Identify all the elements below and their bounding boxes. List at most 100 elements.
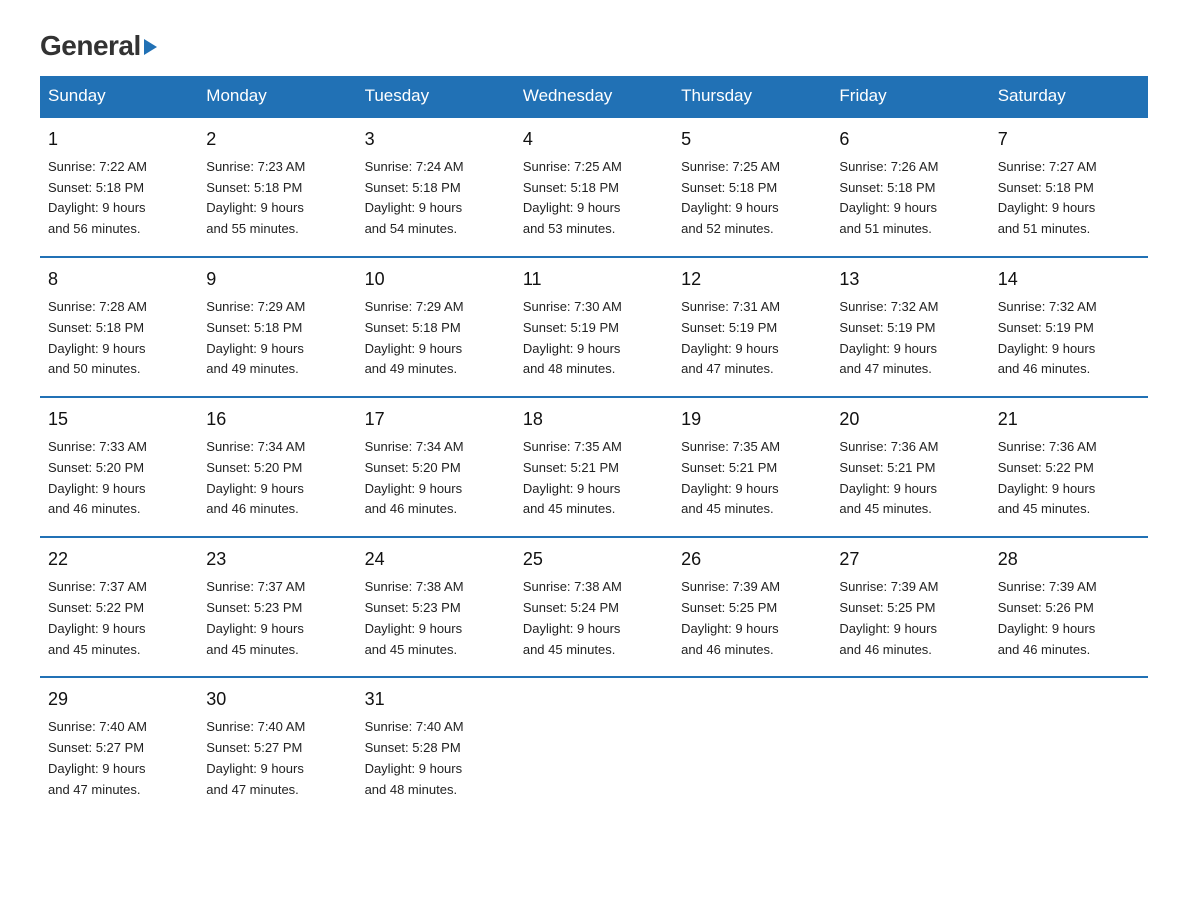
weekday-header-monday: Monday xyxy=(198,76,356,117)
day-number: 30 xyxy=(206,686,348,714)
calendar-cell: 5Sunrise: 7:25 AMSunset: 5:18 PMDaylight… xyxy=(673,117,831,257)
calendar-cell: 23 Sunrise: 7:37 AMSunset: 5:23 PMDayligh… xyxy=(198,537,356,677)
weekday-header-tuesday: Tuesday xyxy=(357,76,515,117)
calendar-cell: 18 Sunrise: 7:35 AMSunset: 5:21 PMDayligh… xyxy=(515,397,673,537)
logo-triangle-icon xyxy=(144,39,157,55)
day-info: Sunrise: 7:24 AMSunset: 5:18 PMDaylight:… xyxy=(365,157,507,240)
day-info: Sunrise: 7:37 AMSunset: 5:22 PMDaylight:… xyxy=(48,577,190,660)
day-number: 12 xyxy=(681,266,823,294)
day-number: 4 xyxy=(523,126,665,154)
day-info: Sunrise: 7:23 AMSunset: 5:18 PMDaylight:… xyxy=(206,157,348,240)
day-info: Sunrise: 7:32 AMSunset: 5:19 PMDaylight:… xyxy=(839,297,981,380)
calendar-cell: 27 Sunrise: 7:39 AMSunset: 5:25 PMDayligh… xyxy=(831,537,989,677)
weekday-header-friday: Friday xyxy=(831,76,989,117)
calendar-cell: 31 Sunrise: 7:40 AMSunset: 5:28 PMDayligh… xyxy=(357,677,515,816)
day-number: 26 xyxy=(681,546,823,574)
day-number: 18 xyxy=(523,406,665,434)
calendar-cell xyxy=(990,677,1148,816)
weekday-header-sunday: Sunday xyxy=(40,76,198,117)
calendar-cell: 22 Sunrise: 7:37 AMSunset: 5:22 PMDayligh… xyxy=(40,537,198,677)
day-info: Sunrise: 7:25 AMSunset: 5:18 PMDaylight:… xyxy=(523,157,665,240)
day-number: 14 xyxy=(998,266,1140,294)
day-info: Sunrise: 7:26 AMSunset: 5:18 PMDaylight:… xyxy=(839,157,981,240)
calendar-cell: 24 Sunrise: 7:38 AMSunset: 5:23 PMDayligh… xyxy=(357,537,515,677)
calendar-cell: 15 Sunrise: 7:33 AMSunset: 5:20 PMDayligh… xyxy=(40,397,198,537)
day-info: Sunrise: 7:34 AMSunset: 5:20 PMDaylight:… xyxy=(365,437,507,520)
calendar-cell: 17 Sunrise: 7:34 AMSunset: 5:20 PMDayligh… xyxy=(357,397,515,537)
calendar-cell: 26 Sunrise: 7:39 AMSunset: 5:25 PMDayligh… xyxy=(673,537,831,677)
day-info: Sunrise: 7:40 AMSunset: 5:27 PMDaylight:… xyxy=(48,717,190,800)
day-info: Sunrise: 7:36 AMSunset: 5:21 PMDaylight:… xyxy=(839,437,981,520)
calendar-cell: 28 Sunrise: 7:39 AMSunset: 5:26 PMDayligh… xyxy=(990,537,1148,677)
day-number: 21 xyxy=(998,406,1140,434)
calendar-cell: 13 Sunrise: 7:32 AMSunset: 5:19 PMDayligh… xyxy=(831,257,989,397)
calendar-cell: 4 Sunrise: 7:25 AMSunset: 5:18 PMDaylight… xyxy=(515,117,673,257)
day-info: Sunrise: 7:39 AMSunset: 5:25 PMDaylight:… xyxy=(839,577,981,660)
day-number: 8 xyxy=(48,266,190,294)
day-number: 31 xyxy=(365,686,507,714)
calendar-cell: 14 Sunrise: 7:32 AMSunset: 5:19 PMDayligh… xyxy=(990,257,1148,397)
day-number: 5 xyxy=(681,126,823,154)
day-number: 17 xyxy=(365,406,507,434)
calendar-cell: 21 Sunrise: 7:36 AMSunset: 5:22 PMDayligh… xyxy=(990,397,1148,537)
day-number: 6 xyxy=(839,126,981,154)
calendar-week-row: 22 Sunrise: 7:37 AMSunset: 5:22 PMDayligh… xyxy=(40,537,1148,677)
calendar-cell: 1 Sunrise: 7:22 AMSunset: 5:18 PMDaylight… xyxy=(40,117,198,257)
day-number: 11 xyxy=(523,266,665,294)
day-number: 3 xyxy=(365,126,507,154)
page-header: General xyxy=(40,30,1148,56)
day-info: Sunrise: 7:30 AMSunset: 5:19 PMDaylight:… xyxy=(523,297,665,380)
day-info: Sunrise: 7:40 AMSunset: 5:28 PMDaylight:… xyxy=(365,717,507,800)
day-info: Sunrise: 7:28 AMSunset: 5:18 PMDaylight:… xyxy=(48,297,190,380)
day-info: Sunrise: 7:31 AMSunset: 5:19 PMDaylight:… xyxy=(681,297,823,380)
calendar-cell: 30 Sunrise: 7:40 AMSunset: 5:27 PMDayligh… xyxy=(198,677,356,816)
day-number: 13 xyxy=(839,266,981,294)
day-number: 23 xyxy=(206,546,348,574)
day-info: Sunrise: 7:38 AMSunset: 5:23 PMDaylight:… xyxy=(365,577,507,660)
day-info: Sunrise: 7:36 AMSunset: 5:22 PMDaylight:… xyxy=(998,437,1140,520)
day-number: 10 xyxy=(365,266,507,294)
calendar-cell: 10 Sunrise: 7:29 AMSunset: 5:18 PMDayligh… xyxy=(357,257,515,397)
day-info: Sunrise: 7:40 AMSunset: 5:27 PMDaylight:… xyxy=(206,717,348,800)
weekday-header-thursday: Thursday xyxy=(673,76,831,117)
day-info: Sunrise: 7:32 AMSunset: 5:19 PMDaylight:… xyxy=(998,297,1140,380)
calendar-table: SundayMondayTuesdayWednesdayThursdayFrid… xyxy=(40,76,1148,816)
day-number: 16 xyxy=(206,406,348,434)
day-info: Sunrise: 7:22 AMSunset: 5:18 PMDaylight:… xyxy=(48,157,190,240)
day-info: Sunrise: 7:27 AMSunset: 5:18 PMDaylight:… xyxy=(998,157,1140,240)
calendar-cell xyxy=(831,677,989,816)
day-info: Sunrise: 7:29 AMSunset: 5:18 PMDaylight:… xyxy=(365,297,507,380)
calendar-cell xyxy=(515,677,673,816)
calendar-cell: 2 Sunrise: 7:23 AMSunset: 5:18 PMDaylight… xyxy=(198,117,356,257)
day-number: 24 xyxy=(365,546,507,574)
day-number: 1 xyxy=(48,126,190,154)
day-number: 2 xyxy=(206,126,348,154)
day-number: 15 xyxy=(48,406,190,434)
day-number: 29 xyxy=(48,686,190,714)
calendar-cell: 7 Sunrise: 7:27 AMSunset: 5:18 PMDaylight… xyxy=(990,117,1148,257)
day-info: Sunrise: 7:37 AMSunset: 5:23 PMDaylight:… xyxy=(206,577,348,660)
calendar-week-row: 1 Sunrise: 7:22 AMSunset: 5:18 PMDaylight… xyxy=(40,117,1148,257)
day-number: 22 xyxy=(48,546,190,574)
calendar-cell: 25Sunrise: 7:38 AMSunset: 5:24 PMDayligh… xyxy=(515,537,673,677)
calendar-cell: 3 Sunrise: 7:24 AMSunset: 5:18 PMDaylight… xyxy=(357,117,515,257)
day-info: Sunrise: 7:33 AMSunset: 5:20 PMDaylight:… xyxy=(48,437,190,520)
day-info: Sunrise: 7:39 AMSunset: 5:25 PMDaylight:… xyxy=(681,577,823,660)
calendar-cell: 11 Sunrise: 7:30 AMSunset: 5:19 PMDayligh… xyxy=(515,257,673,397)
day-number: 20 xyxy=(839,406,981,434)
day-number: 7 xyxy=(998,126,1140,154)
calendar-cell: 16Sunrise: 7:34 AMSunset: 5:20 PMDayligh… xyxy=(198,397,356,537)
day-number: 9 xyxy=(206,266,348,294)
calendar-cell: 19 Sunrise: 7:35 AMSunset: 5:21 PMDayligh… xyxy=(673,397,831,537)
day-number: 28 xyxy=(998,546,1140,574)
weekday-header-wednesday: Wednesday xyxy=(515,76,673,117)
calendar-cell: 6 Sunrise: 7:26 AMSunset: 5:18 PMDaylight… xyxy=(831,117,989,257)
day-number: 19 xyxy=(681,406,823,434)
calendar-week-row: 8 Sunrise: 7:28 AMSunset: 5:18 PMDaylight… xyxy=(40,257,1148,397)
day-info: Sunrise: 7:35 AMSunset: 5:21 PMDaylight:… xyxy=(523,437,665,520)
day-info: Sunrise: 7:35 AMSunset: 5:21 PMDaylight:… xyxy=(681,437,823,520)
calendar-header-row: SundayMondayTuesdayWednesdayThursdayFrid… xyxy=(40,76,1148,117)
calendar-cell: 12 Sunrise: 7:31 AMSunset: 5:19 PMDayligh… xyxy=(673,257,831,397)
day-info: Sunrise: 7:39 AMSunset: 5:26 PMDaylight:… xyxy=(998,577,1140,660)
day-number: 27 xyxy=(839,546,981,574)
